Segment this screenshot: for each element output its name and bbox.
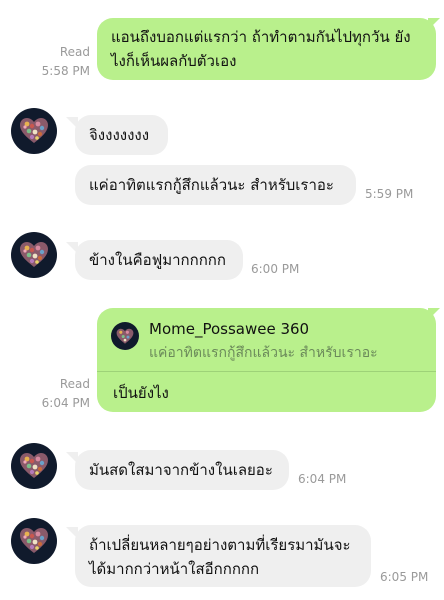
outgoing-message[interactable]: แอนถึงบอกแต่แรกว่า ถ้าทำตามกันไปทุกวัน ย…: [97, 18, 436, 80]
contact-avatar[interactable]: [11, 443, 57, 489]
incoming-message[interactable]: ถ้าเปลี่ยนหลายๆอย่างตามที่เรียรมามันจะ ไ…: [75, 525, 371, 587]
heart-avatar-icon: [116, 328, 134, 344]
contact-avatar[interactable]: [11, 518, 57, 564]
reply-sender-name: Mome_Possawee 360: [149, 320, 310, 338]
reply-divider: [97, 371, 436, 372]
heart-avatar-icon: [20, 528, 48, 553]
outgoing-reply-message[interactable]: Mome_Possawee 360 แค่อาทิตแรกกู้สึกแล้วน…: [97, 308, 436, 412]
message-text: ถ้าเปลี่ยนหลายๆอย่างตามที่เรียรมามันจะ ไ…: [89, 536, 351, 578]
message-time: 6:05 PM: [380, 570, 429, 584]
heart-avatar-icon: [20, 453, 48, 478]
bubble-tail: [66, 242, 78, 254]
message-time: 5:59 PM: [365, 187, 414, 201]
message-text: เป็นยังไง: [113, 384, 169, 402]
read-receipt: Read: [59, 377, 90, 391]
message-time: 5:58 PM: [41, 64, 90, 78]
reply-quoted-text[interactable]: แค่อาทิตแรกกู้สึกแล้วนะ สำหรับเราอะ: [149, 342, 378, 364]
message-time: 6:00 PM: [251, 262, 300, 276]
bubble-tail: [66, 452, 78, 464]
message-text: แค่อาทิตแรกกู้สึกแล้วนะ สำหรับเราอะ: [89, 176, 334, 194]
incoming-message[interactable]: จิงงงงงงง: [75, 115, 168, 155]
bubble-tail: [66, 117, 78, 129]
heart-avatar-icon: [20, 242, 48, 267]
read-receipt: Read: [59, 45, 90, 59]
contact-avatar[interactable]: [11, 108, 57, 154]
bubble-tail: [66, 527, 78, 539]
incoming-message[interactable]: มันสดใสมาจากข้างในเลยอะ: [75, 450, 289, 490]
message-time: 6:04 PM: [41, 396, 90, 410]
bubble-tail: [428, 18, 440, 30]
message-text: จิงงงงงงง: [89, 126, 150, 144]
chat-thread: แอนถึงบอกแต่แรกว่า ถ้าทำตามกันไปทุกวัน ย…: [0, 0, 444, 600]
message-text: แอนถึงบอกแต่แรกว่า ถ้าทำตามกันไปทุกวัน ย…: [111, 28, 411, 70]
message-time: 6:04 PM: [298, 472, 347, 486]
bubble-tail: [428, 308, 440, 320]
incoming-message[interactable]: แค่อาทิตแรกกู้สึกแล้วนะ สำหรับเราอะ: [75, 165, 356, 205]
heart-avatar-icon: [20, 118, 48, 143]
reply-avatar: [111, 322, 139, 350]
message-text: ข้างในคือฟูมากกกกก: [89, 251, 226, 269]
message-text: มันสดใสมาจากข้างในเลยอะ: [89, 461, 273, 479]
incoming-message[interactable]: ข้างในคือฟูมากกกกก: [75, 240, 243, 280]
contact-avatar[interactable]: [11, 232, 57, 278]
